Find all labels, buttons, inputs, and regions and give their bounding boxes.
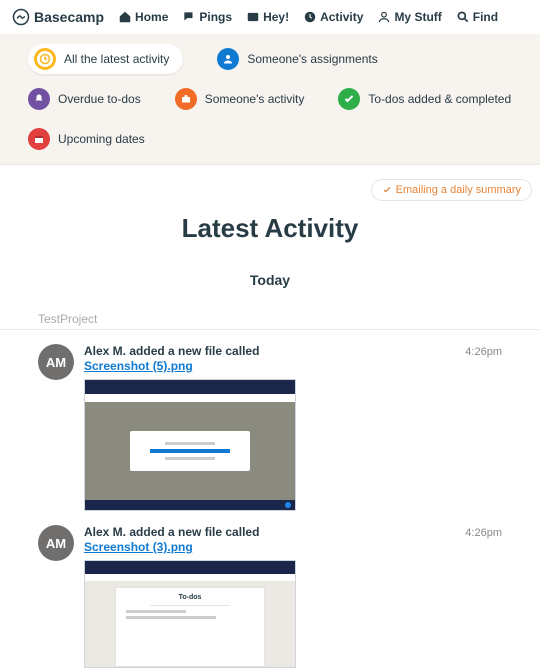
check-icon bbox=[338, 88, 360, 110]
filter-todos[interactable]: To-dos added & completed bbox=[338, 84, 511, 114]
avatar: AM bbox=[38, 525, 74, 561]
main-content: Emailing a daily summary Latest Activity… bbox=[0, 165, 540, 668]
entry-text: Alex M. added a new file called bbox=[84, 344, 259, 358]
nav-mystuff[interactable]: My Stuff bbox=[377, 10, 441, 24]
person-icon bbox=[217, 48, 239, 70]
activity-entry: AM Alex M. added a new file called 4:26p… bbox=[38, 344, 502, 511]
file-link[interactable]: Screenshot (5).png bbox=[84, 359, 193, 373]
day-header: Today bbox=[0, 272, 540, 288]
avatar: AM bbox=[38, 344, 74, 380]
filter-upcoming[interactable]: Upcoming dates bbox=[28, 124, 145, 154]
filter-overdue[interactable]: Overdue to-dos bbox=[28, 84, 141, 114]
calendar-icon bbox=[28, 128, 50, 150]
filter-someone-activity[interactable]: Someone's activity bbox=[175, 84, 305, 114]
activity-list: AM Alex M. added a new file called 4:26p… bbox=[0, 344, 540, 668]
file-thumbnail[interactable] bbox=[84, 379, 296, 511]
filter-bar: All the latest activity Someone's assign… bbox=[0, 34, 540, 165]
nav-activity[interactable]: Activity bbox=[303, 10, 363, 24]
entry-time: 4:26pm bbox=[465, 346, 502, 358]
page-title: Latest Activity bbox=[0, 213, 540, 244]
file-link[interactable]: Screenshot (3).png bbox=[84, 540, 193, 554]
logo[interactable]: Basecamp bbox=[12, 8, 104, 26]
nav-home[interactable]: Home bbox=[118, 10, 168, 24]
logo-text: Basecamp bbox=[34, 9, 104, 25]
entry-text: Alex M. added a new file called bbox=[84, 525, 259, 539]
nav-hey[interactable]: Hey! bbox=[246, 10, 289, 24]
filter-assignments[interactable]: Someone's assignments bbox=[217, 44, 377, 74]
top-nav: Basecamp Home Pings Hey! Activity My Stu… bbox=[0, 0, 540, 34]
briefcase-icon bbox=[175, 88, 197, 110]
nav-pings[interactable]: Pings bbox=[182, 10, 232, 24]
email-summary-button[interactable]: Emailing a daily summary bbox=[371, 179, 532, 201]
bell-icon bbox=[28, 88, 50, 110]
entry-time: 4:26pm bbox=[465, 527, 502, 539]
file-thumbnail[interactable]: To-dos bbox=[84, 560, 296, 668]
nav-find[interactable]: Find bbox=[456, 10, 498, 24]
divider bbox=[0, 329, 540, 330]
activity-entry: AM Alex M. added a new file called 4:26p… bbox=[38, 525, 502, 668]
project-label: TestProject bbox=[38, 312, 540, 326]
clock-icon bbox=[34, 48, 56, 70]
filter-all-latest[interactable]: All the latest activity bbox=[28, 44, 183, 74]
